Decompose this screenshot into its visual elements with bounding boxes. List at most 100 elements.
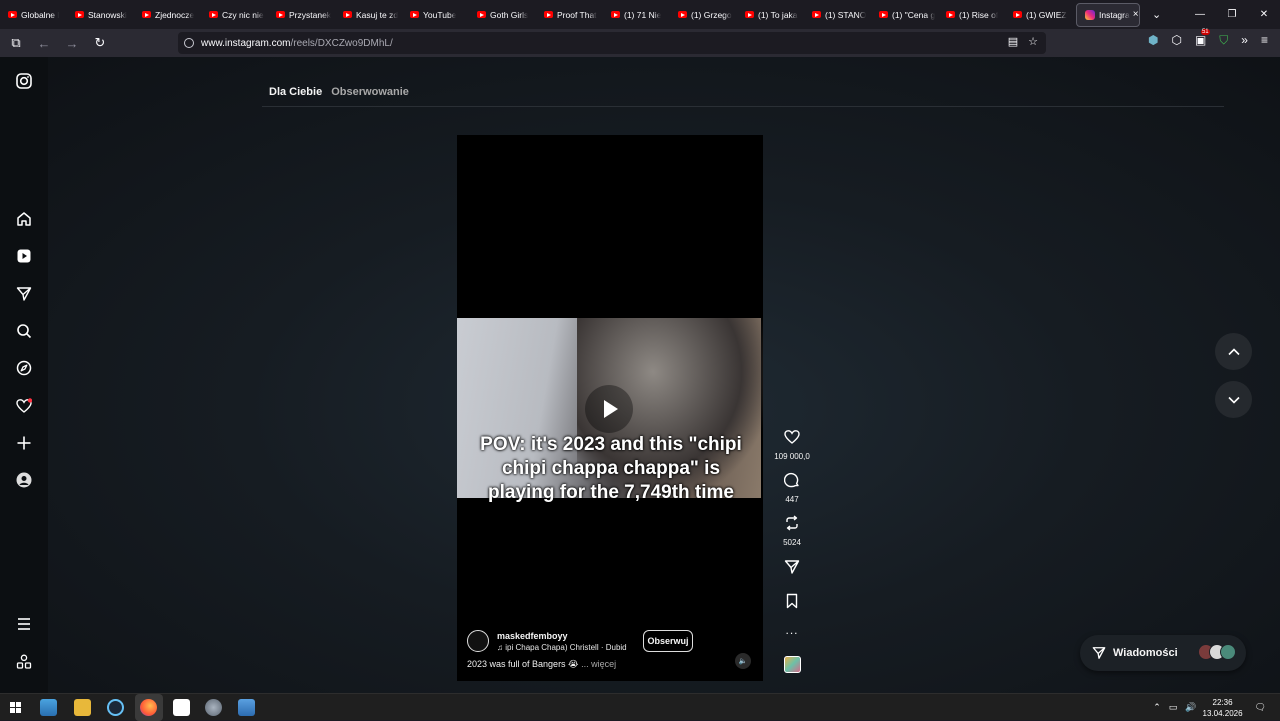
more-link[interactable]: ... więcej	[581, 659, 616, 669]
more-menu-icon[interactable]	[16, 616, 32, 632]
system-tray: ⌃ ▭ 🔊 22:36 13.04.2026 🗨	[1153, 694, 1280, 721]
puzzle-extension-icon[interactable]: ⬡	[1171, 33, 1181, 48]
previous-reel-button[interactable]	[1215, 333, 1252, 370]
youtube-favicon-icon	[142, 11, 151, 18]
repost-icon[interactable]	[784, 515, 800, 531]
youtube-favicon-icon	[678, 11, 687, 18]
browser-tab[interactable]: Stanowski	[67, 0, 134, 29]
share-send-icon[interactable]	[784, 559, 800, 575]
browser-tab[interactable]: Przystanek	[268, 0, 335, 29]
browser-tab[interactable]: Proof That	[536, 0, 603, 29]
clock[interactable]: 22:36 13.04.2026	[1203, 697, 1243, 719]
youtube-favicon-icon	[75, 11, 84, 18]
notion-icon[interactable]	[173, 699, 190, 716]
network-icon[interactable]: ▭	[1169, 702, 1178, 713]
bookmark-icon[interactable]	[784, 593, 800, 609]
browser-tab[interactable]: (1) GWIEZ	[1005, 0, 1072, 29]
reel-author: maskedfemboyy ♫ ipi Chapa Chapa) Christe…	[467, 630, 627, 652]
direct-send-icon[interactable]	[16, 286, 32, 302]
calculator-icon[interactable]	[238, 699, 255, 716]
browser-tab[interactable]: Kasuj te zd	[335, 0, 402, 29]
app-globe-icon[interactable]	[205, 699, 222, 716]
like-heart-icon[interactable]	[784, 429, 800, 445]
windows-start-icon[interactable]	[10, 702, 21, 713]
app-menu-icon[interactable]: ≡	[1261, 33, 1268, 48]
browser-tab[interactable]: (1) "Cena g	[871, 0, 938, 29]
maximize-button[interactable]: ❐	[1216, 0, 1248, 29]
youtube-favicon-icon	[745, 11, 754, 18]
messages-button[interactable]: Wiadomości	[1080, 635, 1246, 671]
follow-button[interactable]: Obserwuj	[643, 630, 693, 652]
youtube-favicon-icon	[8, 11, 17, 18]
close-tab-icon[interactable]: ×	[1133, 9, 1139, 20]
explore-compass-icon[interactable]	[16, 360, 32, 376]
tab-for-you[interactable]: Dla Ciebie	[269, 86, 322, 98]
profile-avatar-icon[interactable]	[16, 472, 32, 488]
volume-icon[interactable]: 🔊	[1185, 702, 1196, 713]
browser-tab[interactable]: (1) STANO	[804, 0, 871, 29]
bookmark-star-icon[interactable]: ☆	[1028, 35, 1038, 48]
minimize-button[interactable]: —	[1184, 0, 1216, 29]
reel-video[interactable]: POV: it's 2023 and this "chipi chipi cha…	[457, 135, 763, 681]
browser-tab[interactable]: (1) 71 Nie	[603, 0, 670, 29]
message-avatars	[1198, 644, 1236, 660]
remote-desktop-icon[interactable]	[40, 699, 57, 716]
address-bar[interactable]: www.instagram.com/reels/DXCZwo9DMhL/ ▤ ☆	[178, 32, 1046, 54]
reels-icon[interactable]	[16, 248, 32, 264]
back-button[interactable]: ←	[32, 36, 56, 51]
youtube-favicon-icon	[946, 11, 955, 18]
like-action: 109 000,0	[770, 429, 814, 461]
file-explorer-icon[interactable]	[74, 699, 91, 716]
search-icon[interactable]	[16, 323, 32, 339]
browser-tab[interactable]: (1) Rise of	[938, 0, 1005, 29]
adblock-shield-icon[interactable]: ⛉	[1219, 33, 1228, 48]
browser-tab[interactable]: Goth Girls	[469, 0, 536, 29]
tab-label: (1) STANO	[825, 9, 867, 20]
more-options-icon[interactable]: ...	[770, 623, 814, 637]
repost-action: 5024	[770, 515, 814, 547]
instagram-logo-icon[interactable]	[16, 73, 32, 89]
firefox-icon[interactable]	[140, 699, 157, 716]
author-username[interactable]: maskedfemboyy	[497, 631, 627, 641]
notifications-icon[interactable]: 🗨	[1255, 702, 1266, 713]
overflow-menu-icon[interactable]: »	[1241, 33, 1248, 48]
tab-following[interactable]: Obserwowanie	[331, 86, 409, 98]
tab-label: Goth Girls	[490, 9, 529, 20]
close-window-button[interactable]: ✕	[1248, 0, 1280, 29]
next-reel-button[interactable]	[1215, 381, 1252, 418]
chevron-down-icon	[1227, 396, 1240, 404]
create-plus-icon[interactable]	[16, 435, 32, 451]
browser-tab[interactable]: Zjednocze	[134, 0, 201, 29]
messages-send-icon	[1092, 647, 1106, 659]
shield-extension-icon[interactable]: ⬢	[1148, 33, 1158, 48]
music-info[interactable]: ♫ ipi Chapa Chapa) Christell · Dubid	[497, 643, 627, 652]
browser-tab[interactable]: Czy nic nie	[201, 0, 268, 29]
reload-button[interactable]: ↻	[88, 35, 112, 51]
youtube-favicon-icon	[276, 11, 285, 18]
badge-extension-icon[interactable]: ▣ 51	[1195, 29, 1210, 48]
url-text[interactable]: www.instagram.com/reels/DXCZwo9DMhL/	[201, 38, 393, 49]
browser-tab-active[interactable]: Instagra ×	[1076, 2, 1140, 27]
reader-view-icon[interactable]: ▤	[1008, 35, 1018, 48]
also-from-meta-icon[interactable]	[16, 654, 32, 670]
audio-thumbnail[interactable]	[770, 656, 814, 673]
notifications-heart-icon[interactable]	[16, 398, 32, 414]
browser-tab[interactable]: (1) To jaka	[737, 0, 804, 29]
tray-chevron-up-icon[interactable]: ⌃	[1153, 702, 1161, 713]
browser-tab[interactable]: Globalne l	[0, 0, 67, 29]
windows-taskbar: ⌃ ▭ 🔊 22:36 13.04.2026 🗨	[0, 693, 1280, 721]
steam-icon[interactable]	[107, 699, 124, 716]
site-info-icon[interactable]	[184, 38, 194, 48]
youtube-favicon-icon	[812, 11, 821, 18]
home-icon[interactable]	[16, 211, 32, 227]
browser-tab[interactable]: YouTube	[402, 0, 469, 29]
comment-bubble-icon[interactable]	[783, 472, 800, 488]
forward-button[interactable]: →	[60, 36, 84, 51]
mute-toggle-icon[interactable]: 🔈	[735, 653, 751, 669]
play-icon[interactable]	[585, 385, 633, 433]
author-avatar[interactable]	[467, 630, 489, 652]
tab-list-chevron-icon[interactable]: ⌄	[1152, 8, 1161, 21]
sidebar-toggle-icon[interactable]: ⧉	[4, 35, 28, 51]
browser-tab[interactable]: (1) Grzego	[670, 0, 737, 29]
feed-tabs: Dla Ciebie Obserwowanie	[269, 86, 415, 98]
